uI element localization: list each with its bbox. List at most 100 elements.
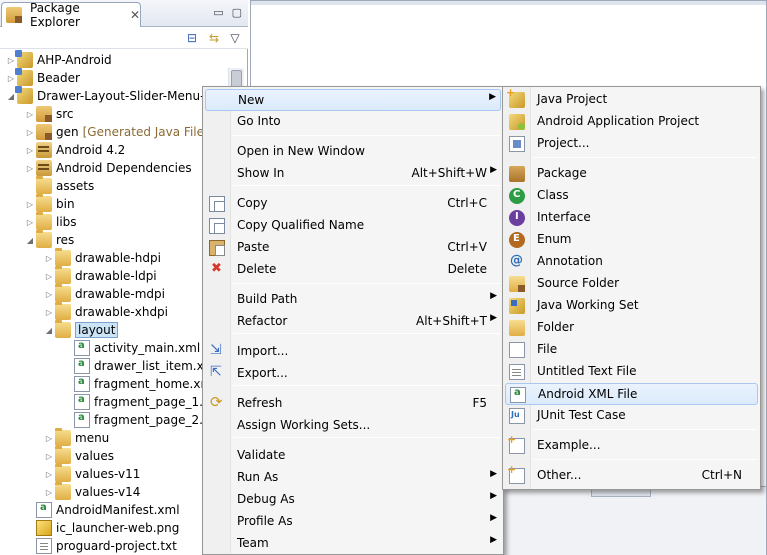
tree-item[interactable]: ▷ Beader <box>0 68 244 87</box>
menu-item-copy[interactable]: Copy Ctrl+C <box>205 193 501 215</box>
menu-item-assign-working-sets[interactable]: Assign Working Sets... <box>205 415 501 437</box>
tree-item-label: AHP-Android <box>37 53 112 67</box>
new-item-android-xml-file[interactable]: Android XML File <box>505 383 758 405</box>
menu-item-build-path[interactable]: Build Path ▶ <box>205 289 501 311</box>
new-item-package[interactable]: Package <box>505 163 758 185</box>
menu-item-paste[interactable]: Paste Ctrl+V <box>205 237 501 259</box>
collapsed-twisty-icon[interactable]: ▷ <box>43 465 55 483</box>
menu-item-validate[interactable]: Validate <box>205 445 501 467</box>
tree-item-label: gen <box>56 125 79 139</box>
menu-item-copy-qualified-name[interactable]: Copy Qualified Name <box>205 215 501 237</box>
menu-separator <box>233 385 500 386</box>
collapsed-twisty-icon[interactable]: ▷ <box>43 303 55 321</box>
menu-item-label: Enum <box>537 232 572 246</box>
menu-item-label: Copy Qualified Name <box>237 218 365 232</box>
image-file-icon <box>36 520 52 536</box>
collapsed-twisty-icon[interactable]: ▷ <box>24 159 36 177</box>
menu-item-refactor[interactable]: Refactor Alt+Shift+T ▶ <box>205 311 501 333</box>
menu-item-label: Paste <box>237 240 270 254</box>
expanded-twisty-icon[interactable]: ◢ <box>43 321 55 339</box>
menu-item-refresh[interactable]: Refresh F5 <box>205 393 501 415</box>
new-item-annotation[interactable]: Annotation <box>505 251 758 273</box>
menu-item-label: Show In <box>237 166 285 180</box>
collapsed-twisty-icon[interactable]: ▷ <box>24 195 36 213</box>
collapsed-twisty-icon[interactable]: ▷ <box>24 105 36 123</box>
menu-item-label: Assign Working Sets... <box>237 418 371 432</box>
collapsed-twisty-icon[interactable]: ▷ <box>24 123 36 141</box>
menu-item-label: Interface <box>537 210 591 224</box>
new-item-project[interactable]: Project... <box>505 133 758 155</box>
menu-item-label: Annotation <box>537 254 603 268</box>
tree-item-label: activity_main.xml <box>94 341 201 355</box>
tree-item-label: fragment_home.xm <box>94 377 213 391</box>
menu-item-new[interactable]: New ▶ <box>205 89 501 111</box>
project-icon <box>15 50 33 68</box>
collapse-all-icon[interactable]: ⊟ <box>184 30 200 46</box>
menu-item-export[interactable]: Export... <box>205 363 501 385</box>
new-item-android-application-project[interactable]: Android Application Project <box>505 111 758 133</box>
expanded-twisty-icon[interactable]: ◢ <box>24 231 36 249</box>
menu-item-label: Validate <box>237 448 286 462</box>
menu-item-label: Other... <box>537 468 582 482</box>
menu-item-debug-as[interactable]: Debug As ▶ <box>205 489 501 511</box>
menu-item-go-into[interactable]: Go Into <box>205 111 501 133</box>
collapsed-twisty-icon[interactable]: ▷ <box>24 213 36 231</box>
new-submenu: Java Project Android Application Project P… <box>502 86 761 490</box>
collapsed-twisty-icon[interactable]: ▷ <box>43 285 55 303</box>
package-explorer-tab[interactable]: Package Explorer ✕ <box>1 1 141 29</box>
new-item-enum[interactable]: Enum <box>505 229 758 251</box>
tree-item-label: Drawer-Layout-Slider-Menu-F <box>37 89 212 103</box>
menu-item-run-as[interactable]: Run As ▶ <box>205 467 501 489</box>
tree-item-label: bin <box>56 197 75 211</box>
menu-item-label: Run As <box>237 470 279 484</box>
menu-item-open-in-new-window[interactable]: Open in New Window <box>205 141 501 163</box>
collapsed-twisty-icon[interactable]: ▷ <box>43 483 55 501</box>
menu-item-profile-as[interactable]: Profile As ▶ <box>205 511 501 533</box>
collapsed-twisty-icon[interactable]: ▷ <box>43 447 55 465</box>
view-menu-icon[interactable]: ▽ <box>227 30 243 46</box>
new-item-other[interactable]: Other... Ctrl+N <box>505 463 758 487</box>
maximize-icon[interactable]: ▢ <box>232 6 242 19</box>
close-icon[interactable]: ✕ <box>130 8 140 22</box>
new-item-untitled-text-file[interactable]: Untitled Text File <box>505 361 758 383</box>
submenu-arrow-icon: ▶ <box>490 291 497 301</box>
tree-item[interactable]: ▷ AHP-Android <box>0 50 244 69</box>
tree-item-label: values-v11 <box>75 467 141 481</box>
collapsed-twisty-icon[interactable]: ▷ <box>43 429 55 447</box>
new-item-java-working-set[interactable]: Java Working Set <box>505 295 758 317</box>
menu-item-label: Open in New Window <box>237 144 365 158</box>
menu-item-team[interactable]: Team ▶ <box>205 533 501 555</box>
project-icon <box>15 86 33 104</box>
folder-icon <box>36 230 52 248</box>
menu-item-label: Source Folder <box>537 276 620 290</box>
copy-icon <box>209 196 225 212</box>
new-item-java-project[interactable]: Java Project <box>505 86 758 111</box>
other-wizard-icon <box>507 463 525 484</box>
collapsed-twisty-icon[interactable]: ▷ <box>43 249 55 267</box>
menu-item-delete[interactable]: Delete Delete <box>205 259 501 281</box>
file-icon <box>509 342 525 358</box>
menu-item-import[interactable]: Import... <box>205 341 501 363</box>
minimize-icon[interactable]: ▭ <box>213 6 223 19</box>
menu-item-show-in[interactable]: Show In Alt+Shift+W ▶ <box>205 163 501 185</box>
new-item-source-folder[interactable]: Source Folder <box>505 273 758 295</box>
menu-item-label: Profile As <box>237 514 293 528</box>
package-explorer-icon <box>6 7 22 23</box>
new-item-interface[interactable]: Interface <box>505 207 758 229</box>
editor-top-border <box>251 1 766 5</box>
menu-separator <box>233 185 500 186</box>
link-with-editor-icon[interactable]: ⇆ <box>206 30 222 46</box>
folder-icon <box>55 266 71 284</box>
new-item-junit-test-case[interactable]: JUnit Test Case <box>505 405 758 427</box>
new-item-folder[interactable]: Folder <box>505 317 758 339</box>
new-item-class[interactable]: Class <box>505 185 758 207</box>
collapsed-twisty-icon[interactable]: ▷ <box>43 267 55 285</box>
tree-item-label: ic_launcher-web.png <box>56 521 180 535</box>
menu-item-label: Go Into <box>237 114 281 128</box>
new-item-example[interactable]: Example... <box>505 433 758 457</box>
collapsed-twisty-icon[interactable]: ▷ <box>24 141 36 159</box>
new-item-file[interactable]: File <box>505 339 758 361</box>
menu-item-shortcut: Ctrl+N <box>701 468 742 482</box>
menu-separator <box>233 437 500 438</box>
